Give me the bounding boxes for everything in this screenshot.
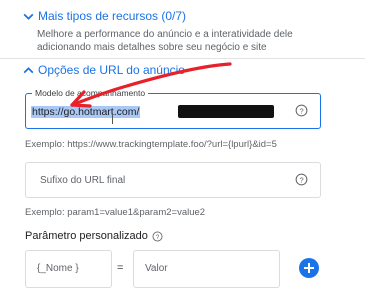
svg-text:?: ? — [299, 175, 303, 184]
tracking-template-value[interactable]: https://go.hotmart.com/ — [31, 105, 141, 119]
url-options-title: Opções de URL do anúncio — [38, 63, 185, 77]
equals-sign: = — [117, 262, 124, 274]
custom-param-name-field[interactable]: {_Nome } — [25, 250, 112, 288]
final-url-suffix-placeholder: Sufixo do URL final — [40, 175, 126, 186]
add-parameter-button[interactable] — [298, 257, 320, 279]
custom-param-value-placeholder: Valor — [145, 263, 168, 274]
tracking-template-label: Modelo de acompanhamento — [32, 88, 149, 99]
redacted-text-block — [178, 105, 274, 118]
tracking-template-example: Exemplo: https://www.trackingtemplate.fo… — [25, 139, 277, 150]
chevron-up-icon — [23, 66, 34, 73]
final-url-suffix-field[interactable]: Sufixo do URL final ? — [25, 162, 321, 198]
more-resources-header[interactable]: Mais tipos de recursos (0/7) — [22, 9, 186, 23]
svg-text:?: ? — [299, 106, 303, 115]
help-icon[interactable]: ? — [295, 104, 308, 117]
tracking-template-field[interactable]: Modelo de acompanhamento https://go.hotm… — [25, 88, 321, 129]
url-options-header[interactable]: Opções de URL do anúncio — [22, 63, 185, 77]
custom-param-value-field[interactable]: Valor — [133, 250, 280, 288]
chevron-down-icon — [23, 13, 34, 20]
custom-param-name-placeholder: {_Nome } — [37, 263, 79, 274]
svg-text:?: ? — [156, 233, 160, 240]
tracking-template-selected-text: https://go.hotmart.com/ — [31, 106, 141, 118]
custom-param-title: Parâmetro personalizado — [25, 230, 148, 242]
plus-circle-icon — [299, 258, 319, 278]
custom-param-title-row: Parâmetro personalizado ? — [25, 230, 163, 242]
text-cursor — [112, 113, 113, 124]
final-url-suffix-example: Exemplo: param1=value1&param2=value2 — [25, 207, 206, 218]
help-icon[interactable]: ? — [295, 173, 308, 186]
help-icon[interactable]: ? — [152, 231, 163, 242]
ad-url-options-panel: Mais tipos de recursos (0/7) Melhore a p… — [0, 0, 365, 296]
more-resources-description: Melhore a performance do anúncio e a int… — [37, 29, 293, 53]
section-divider — [0, 58, 365, 59]
more-resources-title: Mais tipos de recursos (0/7) — [38, 9, 187, 23]
